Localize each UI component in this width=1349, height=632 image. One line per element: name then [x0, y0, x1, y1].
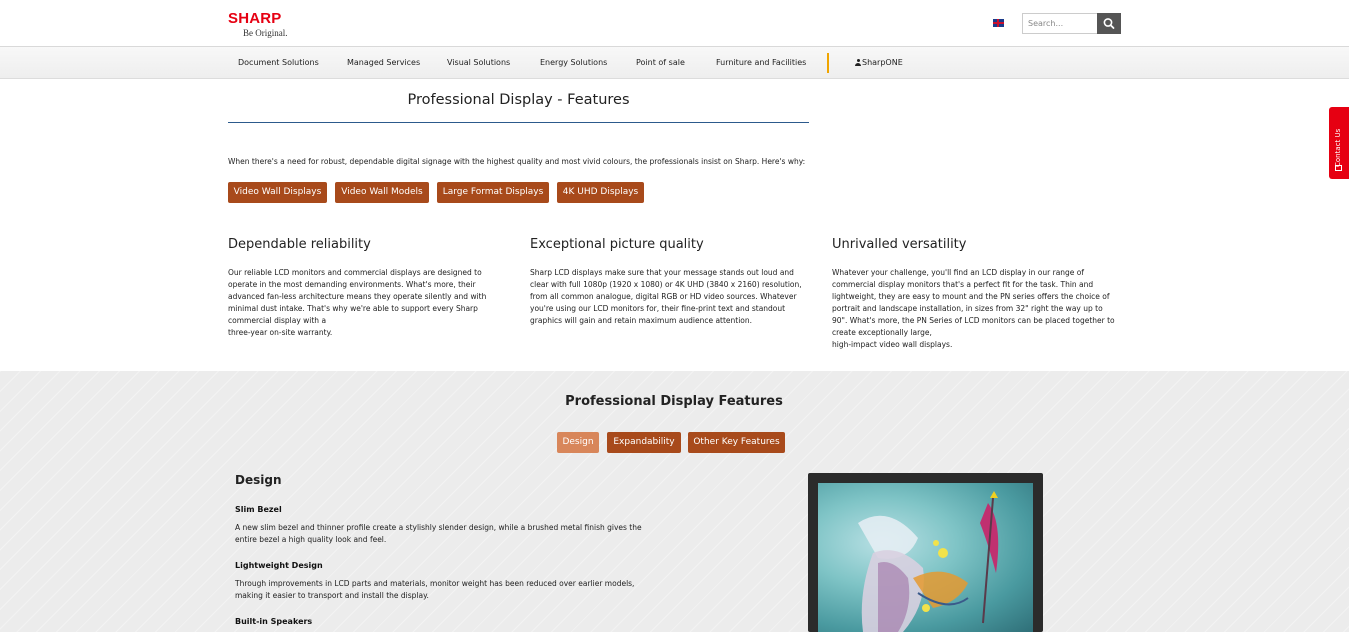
column-heading-picture-quality: Exceptional picture quality — [530, 237, 704, 252]
text-line: you're using our LCD monitors for, their… — [530, 304, 786, 313]
monitor-screen — [818, 483, 1033, 632]
tab-other-key-features[interactable]: Other Key Features — [688, 432, 785, 453]
text-line: Through improvements in LCD parts and ma… — [235, 579, 635, 588]
text-line: commercial display with a — [228, 316, 327, 325]
user-icon — [855, 59, 861, 66]
artwork-figure — [858, 491, 999, 632]
text-line: create exceptionally large, — [832, 328, 932, 337]
text-line: A new slim bezel and thinner profile cre… — [235, 523, 642, 532]
text-line: operate in the most demanding environmen… — [228, 280, 476, 289]
text-line: high-impact video wall displays. — [832, 340, 953, 349]
search-button[interactable] — [1097, 13, 1121, 34]
brand-tagline: Be Original. — [243, 28, 288, 38]
text-line: 90". What's more, the PN Series of LCD m… — [832, 316, 1115, 325]
column-heading-versatility: Unrivalled versatility — [832, 237, 967, 252]
title-divider — [228, 122, 809, 123]
nav-item-furniture-facilities[interactable]: Furniture and Facilities — [716, 47, 806, 79]
design-heading: Design — [235, 473, 282, 487]
text-line: graphics will gain and retain maximum au… — [530, 316, 753, 325]
page-title: Professional Display - Features — [407, 92, 630, 108]
feature-title-lightweight: Lightweight Design — [235, 561, 323, 570]
feature-title-slim-bezel: Slim Bezel — [235, 505, 282, 514]
top-header: SHARP Be Original. — [0, 0, 1349, 47]
tab-expandability[interactable]: Expandability — [607, 432, 681, 453]
nav-separator — [827, 53, 829, 73]
envelope-icon — [1335, 165, 1342, 171]
sharp-logo[interactable]: SHARP Be Original. — [228, 10, 308, 38]
nav-item-visual-solutions[interactable]: Visual Solutions — [447, 47, 510, 79]
feature-text-slim-bezel: A new slim bezel and thinner profile cre… — [235, 522, 655, 546]
search-icon — [1103, 18, 1115, 29]
brand-wordmark: SHARP — [228, 10, 282, 27]
text-line: lightweight, they are easy to mount and … — [832, 292, 1110, 301]
text-line: Our reliable LCD monitors and commercial… — [228, 268, 482, 277]
intro-text: When there's a need for robust, dependab… — [228, 157, 806, 166]
text-line: three-year on-site warranty. — [228, 328, 333, 337]
display-monitor-image — [808, 473, 1043, 632]
text-line: commercial display monitors that's a per… — [832, 280, 1094, 289]
main-nav: Document Solutions Managed Services Visu… — [0, 47, 1349, 79]
column-text-versatility: Whatever your challenge, you'll find an … — [832, 267, 1132, 351]
text-line: from all common analogue, digital RGB or… — [530, 292, 797, 301]
text-line: entire bezel a high quality look and fee… — [235, 535, 387, 544]
nav-item-energy-solutions[interactable]: Energy Solutions — [540, 47, 607, 79]
text-line: making it easier to transport and instal… — [235, 591, 429, 600]
text-line: advanced fan-less architecture means the… — [228, 292, 487, 301]
text-line: Whatever your challenge, you'll find an … — [832, 268, 1085, 277]
features-title: Professional Display Features — [565, 394, 783, 409]
tab-design[interactable]: Design — [557, 432, 599, 453]
4k-uhd-displays-button[interactable]: 4K UHD Displays — [557, 182, 644, 203]
search-input[interactable] — [1022, 13, 1097, 34]
sharpone-label: SharpONE — [862, 58, 903, 67]
video-wall-displays-button[interactable]: Video Wall Displays — [228, 182, 327, 203]
contact-us-label: Contact Us — [1334, 128, 1342, 167]
text-line: minimal dust intake. That's why we're ab… — [228, 304, 478, 313]
feature-title-built-in-speakers: Built-in Speakers — [235, 617, 313, 626]
text-line: clear with full 1080p (1920 x 1080) or 4… — [530, 280, 802, 289]
large-format-displays-button[interactable]: Large Format Displays — [437, 182, 549, 203]
nav-item-document-solutions[interactable]: Document Solutions — [238, 47, 319, 79]
features-section — [0, 371, 1349, 632]
nav-item-point-of-sale[interactable]: Point of sale — [636, 47, 685, 79]
contact-us-tab[interactable]: Contact Us — [1329, 107, 1349, 179]
feature-text-lightweight: Through improvements in LCD parts and ma… — [235, 578, 655, 602]
uk-flag-icon[interactable] — [993, 19, 1004, 27]
column-text-picture-quality: Sharp LCD displays make sure that your m… — [530, 267, 820, 327]
text-line: portrait and landscape installation, in … — [832, 304, 1103, 313]
video-wall-models-button[interactable]: Video Wall Models — [335, 182, 429, 203]
text-line: Sharp LCD displays make sure that your m… — [530, 268, 794, 277]
column-heading-reliability: Dependable reliability — [228, 237, 371, 252]
nav-item-sharpone[interactable]: SharpONE — [855, 47, 903, 79]
column-text-reliability: Our reliable LCD monitors and commercial… — [228, 267, 508, 339]
nav-item-managed-services[interactable]: Managed Services — [347, 47, 420, 79]
